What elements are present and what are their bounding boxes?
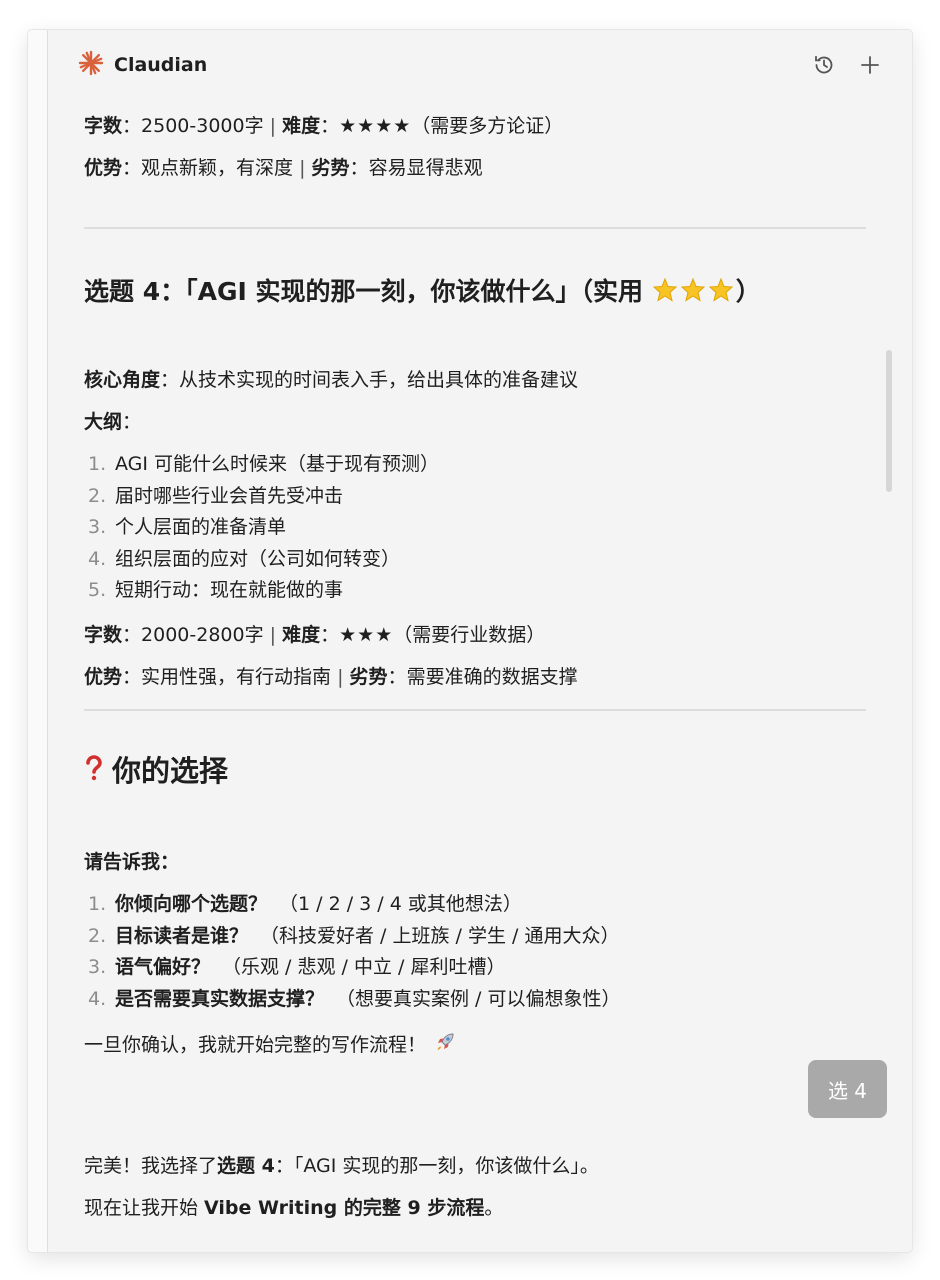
choice-prompt: 请告诉我：	[84, 851, 180, 873]
list-item: 1. AGI 可能什么时候来（基于现有预测）	[88, 453, 440, 475]
core-value: 从技术实现的时间表入手，给出具体的准备建议	[179, 369, 579, 391]
reply-line-2: 现在让我开始 Vibe Writing 的完整 9 步流程。	[84, 1197, 504, 1219]
header: Claudian	[78, 48, 882, 82]
list-item: 3. 语气偏好？ （乐观 / 悲观 / 中立 / 犀利吐槽）	[88, 956, 506, 978]
divider	[84, 227, 866, 229]
app-title: Claudian	[114, 54, 208, 76]
topic4-outline-label: 大纲：	[84, 411, 142, 433]
core-label: 核心角度	[84, 369, 161, 391]
topic4-stats: 字数：2000-2800字 | 难度：★★★（需要行业数据）	[84, 624, 546, 646]
star-emoji-icon	[652, 277, 736, 310]
question-mark-icon	[84, 754, 104, 789]
topic3-pros-cons: 优势：观点新颖，有深度 | 劣势：容易显得悲观	[84, 157, 483, 179]
choice-closing: 一旦你确认，我就开始完整的写作流程！	[84, 1031, 456, 1060]
difficulty-label: 难度	[282, 115, 321, 137]
header-actions	[812, 53, 882, 77]
brand: Claudian	[78, 50, 207, 80]
pros-value: 观点新颖，有深度	[141, 157, 294, 179]
wordcount-value: 2500-3000字	[141, 115, 264, 137]
pros-label: 优势	[84, 157, 123, 179]
history-icon[interactable]	[812, 53, 836, 77]
difficulty-stars: ★★★★	[339, 115, 412, 137]
reply-line-1: 完美！我选择了选题 4：「AGI 实现的那一刻，你该做什么」。	[84, 1155, 599, 1177]
plus-icon[interactable]	[858, 53, 882, 77]
cons-value: 容易显得悲观	[368, 157, 483, 179]
list-item: 4. 是否需要真实数据支撑？ （想要真实案例 / 可以偏想象性）	[88, 987, 621, 1010]
list-item: 3. 个人层面的准备清单	[88, 516, 287, 538]
rocket-icon	[434, 1031, 456, 1060]
list-item: 1. 你倾向哪个选题？ （1 / 2 / 3 / 4 或其他想法）	[88, 893, 522, 915]
scrollbar-thumb[interactable]	[886, 350, 892, 492]
divider	[84, 709, 866, 711]
cons-label: 劣势	[311, 157, 350, 179]
user-message-bubble[interactable]: 选 4	[808, 1060, 887, 1118]
list-item: 5. 短期行动：现在就能做的事	[88, 579, 344, 601]
chat-window: Claudian 字数：2500-3000字 | 难度：★★★★（需要多方论证）	[28, 30, 912, 1252]
topic3-stats: 字数：2500-3000字 | 难度：★★★★（需要多方论证）	[84, 115, 564, 137]
wordcount-label: 字数	[84, 115, 123, 137]
topic4-pros-cons: 优势：实用性强，有行动指南 | 劣势：需要准确的数据支撑	[84, 666, 578, 688]
topic4-core: 核心角度：从技术实现的时间表入手，给出具体的准备建议	[84, 369, 579, 391]
list-item: 2. 届时哪些行业会首先受冲击	[88, 484, 344, 507]
choice-heading: 你的选择	[84, 754, 228, 789]
claude-logo-icon	[78, 50, 104, 80]
left-rail	[28, 30, 48, 1252]
difficulty-note: （需要多方论证）	[411, 115, 564, 137]
choice-question-list: 1. 你倾向哪个选题？ （1 / 2 / 3 / 4 或其他想法） 2. 目标读者是谁…	[84, 889, 621, 1015]
topic4-outline-list: 1. AGI 可能什么时候来（基于现有预测） 2. 届时哪些行业会首先受冲击 3. 个…	[84, 449, 439, 607]
list-item: 4. 组织层面的应对（公司如何转变）	[88, 547, 401, 570]
topic4-heading: 选题 4：「AGI 实现的那一刻，你该做什么」（实用 ）	[84, 277, 761, 310]
list-item: 2. 目标读者是谁？ （科技爱好者 / 上班族 / 学生 / 通用大众）	[88, 924, 620, 947]
